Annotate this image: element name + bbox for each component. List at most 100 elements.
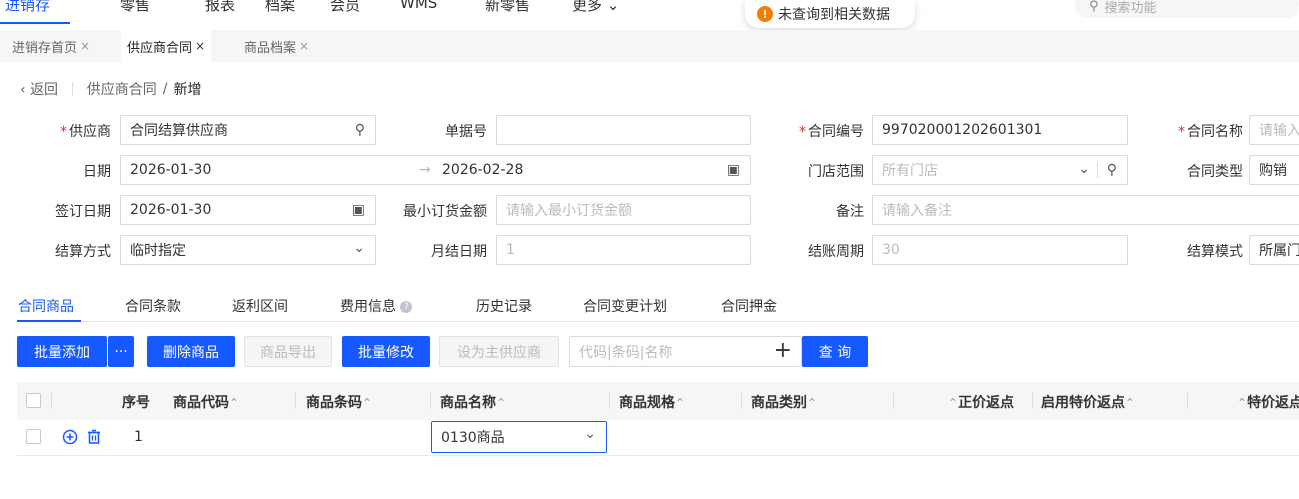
col-index: 序号 <box>122 395 150 411</box>
date-range-arrow: → <box>419 162 431 178</box>
row-product-name-select[interactable]: 0130商品 ⌄ <box>431 421 607 453</box>
close-icon[interactable]: × <box>80 39 90 53</box>
doc-no-label: 单据号 <box>445 124 487 140</box>
breadcrumb-parent[interactable]: 供应商合同 <box>87 79 157 99</box>
set-main-supplier-button[interactable]: 设为主供应商 <box>439 336 559 367</box>
menu-item-member[interactable]: 会员 <box>330 0 360 15</box>
top-menu-bar: 进销存 零售 报表 档案 会员 WMS 新零售 更多 ⌄ ⚲ 搜索功能 <box>0 0 1299 30</box>
field-divider <box>1097 162 1098 178</box>
export-product-button[interactable]: 商品导出 <box>244 336 332 367</box>
page-tab-supplier-contract[interactable]: 供应商合同 × <box>121 30 212 62</box>
chevron-down-icon[interactable]: ⌄ <box>1078 161 1090 177</box>
column-separator <box>295 393 296 409</box>
menu-item-jxc[interactable]: 进销存 <box>5 0 50 15</box>
close-icon[interactable]: × <box>299 39 309 53</box>
column-separator <box>893 393 894 409</box>
row-checkbox[interactable] <box>26 429 41 444</box>
required-mark: * <box>799 124 806 140</box>
settle-mode-value: 所属门 <box>1259 243 1299 259</box>
contract-name-field[interactable]: 请输入 <box>1249 115 1299 145</box>
chevron-down-icon: ⌄ <box>353 240 365 256</box>
add-circle-icon[interactable] <box>62 429 78 445</box>
date-range-field[interactable]: 2026-01-30 → 2026-02-28 ▣ <box>120 155 751 185</box>
product-search-placeholder: 代码|条码|名称 <box>579 344 673 361</box>
contract-no-field[interactable]: 997020001202601301 <box>872 115 1128 145</box>
col-barcode[interactable]: 商品条码⌃ <box>306 392 372 412</box>
min-order-field[interactable]: 请输入最小订货金额 <box>496 195 751 225</box>
toast-message: ! 未查询到相关数据 <box>745 0 915 28</box>
search-icon[interactable]: ⚲ <box>355 122 365 138</box>
search-icon[interactable]: ⚲ <box>1107 162 1117 178</box>
batch-edit-button[interactable]: 批量修改 <box>342 336 430 367</box>
supplier-label-text: 供应商 <box>69 124 111 140</box>
query-button[interactable]: 查 询 <box>802 336 868 367</box>
tab-rebate-range[interactable]: 返利区间 <box>232 296 288 316</box>
date-label: 日期 <box>83 164 111 180</box>
menu-item-more[interactable]: 更多 ⌄ <box>572 0 619 15</box>
plus-icon[interactable]: + <box>774 338 792 363</box>
trash-icon[interactable] <box>86 429 102 445</box>
menu-item-wms[interactable]: WMS <box>400 0 437 12</box>
calendar-icon[interactable]: ▣ <box>352 202 365 218</box>
settle-mode-select[interactable]: 所属门 <box>1249 235 1299 265</box>
back-label: 返回 <box>30 82 59 98</box>
col-category[interactable]: 商品类别⌃ <box>751 392 817 412</box>
col-product-name[interactable]: 商品名称⌃ <box>440 392 506 412</box>
back-link[interactable]: ‹ 返回 <box>20 79 58 99</box>
sign-date-field[interactable]: 2026-01-30 ▣ <box>120 195 376 225</box>
page-tab-label: 进销存首页 <box>12 40 78 56</box>
menu-item-retail[interactable]: 零售 <box>120 0 150 15</box>
page-tab-product-archive[interactable]: 商品档案 × <box>238 30 315 62</box>
settle-period-field[interactable]: 30 <box>872 235 1128 265</box>
min-order-label: 最小订货金额 <box>403 204 487 220</box>
settle-period-label: 结账周期 <box>808 244 864 260</box>
supplier-value: 合同结算供应商 <box>130 123 228 139</box>
product-search-input[interactable]: 代码|条码|名称 + <box>569 336 802 367</box>
sort-icon: ⌃ <box>362 396 373 410</box>
calendar-icon[interactable]: ▣ <box>727 162 740 178</box>
delete-product-button[interactable]: 删除商品 <box>147 336 235 367</box>
tab-fee-info[interactable]: 费用信息 ? <box>340 296 413 316</box>
breadcrumb-divider: | <box>70 81 75 97</box>
sort-icon: ⌃ <box>229 396 240 410</box>
doc-no-field[interactable] <box>496 115 751 145</box>
tab-contract-terms[interactable]: 合同条款 <box>125 296 181 316</box>
menu-active-indicator <box>0 22 70 24</box>
col-regular-rebate[interactable]: ⌃正价返点 <box>948 392 1014 412</box>
date-end: 2026-02-28 <box>442 162 524 178</box>
col-product-code[interactable]: 商品代码⌃ <box>173 392 239 412</box>
settle-method-select[interactable]: 临时指定 ⌄ <box>120 235 376 265</box>
column-separator <box>430 393 431 409</box>
col-barcode-label: 商品条码 <box>306 395 362 411</box>
col-spec[interactable]: 商品规格⌃ <box>619 392 685 412</box>
menu-item-archive[interactable]: 档案 <box>265 0 295 15</box>
tab-contract-deposit[interactable]: 合同押金 <box>721 296 777 316</box>
monthly-date-field[interactable]: 1 <box>496 235 751 265</box>
supplier-field[interactable]: 合同结算供应商 ⚲ <box>120 115 376 145</box>
tab-history[interactable]: 历史记录 <box>476 296 532 316</box>
menu-item-new-retail[interactable]: 新零售 <box>485 0 530 15</box>
column-separator <box>1187 393 1188 409</box>
remark-label: 备注 <box>836 204 864 220</box>
col-special-rebate[interactable]: ⌃特价返点 <box>1237 392 1299 412</box>
menu-item-reports[interactable]: 报表 <box>205 0 235 15</box>
batch-add-button[interactable]: 批量添加 <box>17 336 107 367</box>
close-icon[interactable]: × <box>195 39 205 53</box>
select-all-checkbox[interactable] <box>26 393 41 408</box>
remark-field[interactable]: 请输入备注 <box>872 195 1299 225</box>
contract-type-value: 购销 <box>1259 163 1287 179</box>
page-tab-home[interactable]: 进销存首页 × <box>6 30 96 62</box>
contract-no-label-text: 合同编号 <box>808 124 864 140</box>
function-search-input[interactable]: ⚲ 搜索功能 <box>1075 0 1299 18</box>
contract-type-select[interactable]: 购销 <box>1249 155 1299 185</box>
help-icon[interactable]: ? <box>400 301 413 313</box>
breadcrumb-current: 新增 <box>173 82 202 98</box>
store-scope-placeholder: 所有门店 <box>882 163 938 179</box>
tab-change-plan[interactable]: 合同变更计划 <box>583 296 667 316</box>
col-special-enable[interactable]: 启用特价返点⌃ <box>1041 392 1135 412</box>
store-scope-field[interactable]: 所有门店 ⌄ ⚲ <box>872 155 1128 185</box>
row-divider <box>17 455 1299 456</box>
more-actions-button[interactable]: ··· <box>108 336 134 367</box>
tab-contract-products[interactable]: 合同商品 <box>18 296 74 316</box>
function-search-placeholder: 搜索功能 <box>1104 0 1157 16</box>
